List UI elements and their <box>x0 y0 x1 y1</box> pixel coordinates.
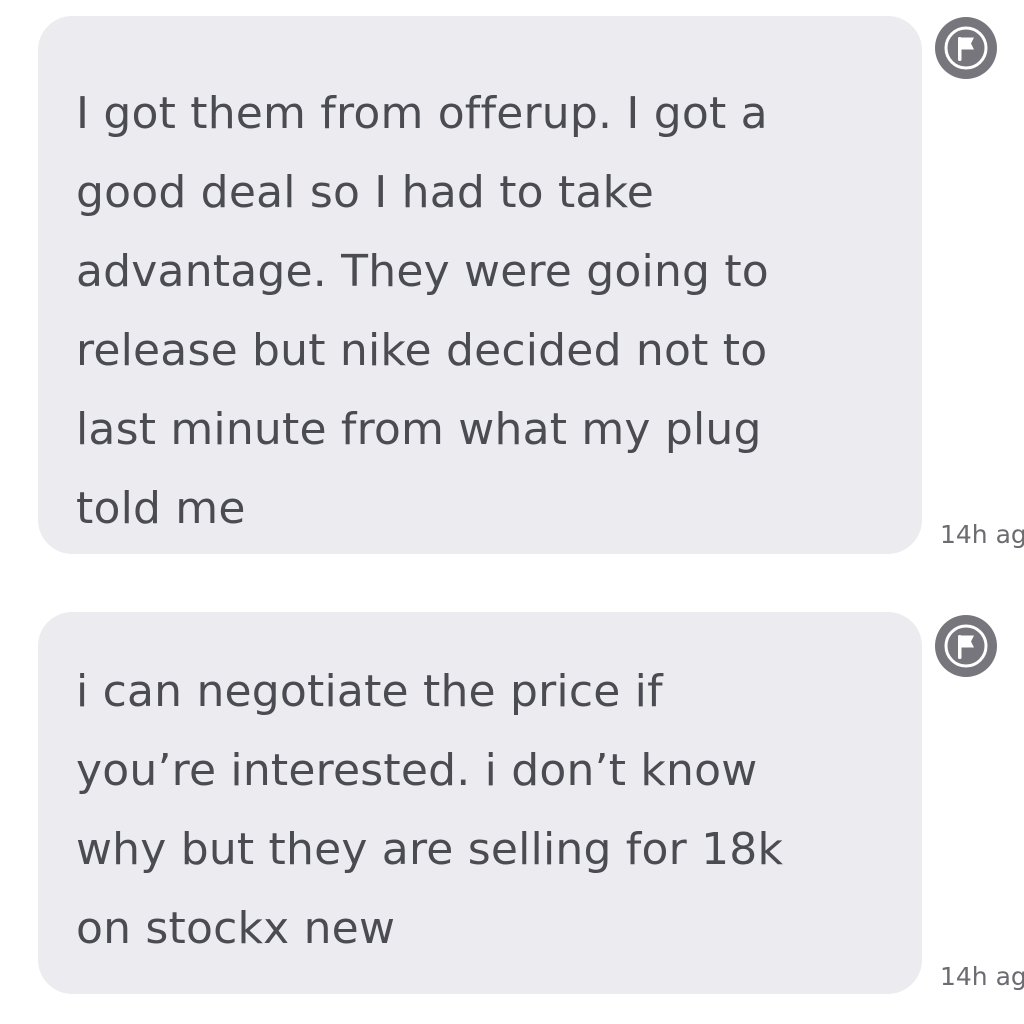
flag-icon <box>944 624 988 668</box>
report-message-button[interactable] <box>935 17 997 79</box>
conversation-thread: I got them from offerup. I got a good de… <box>0 0 1024 1024</box>
report-message-button[interactable] <box>935 615 997 677</box>
message-text: I got them from offerup. I got a good de… <box>76 88 769 534</box>
message-bubble[interactable]: I got them from offerup. I got a good de… <box>38 16 922 554</box>
message-timestamp: 14h ag <box>940 962 1024 991</box>
message-text: i can negotiate the price if you’re inte… <box>76 666 784 954</box>
message-bubble[interactable]: i can negotiate the price if you’re inte… <box>38 612 922 994</box>
message-timestamp: 14h ag <box>940 520 1024 549</box>
flag-icon <box>944 26 988 70</box>
